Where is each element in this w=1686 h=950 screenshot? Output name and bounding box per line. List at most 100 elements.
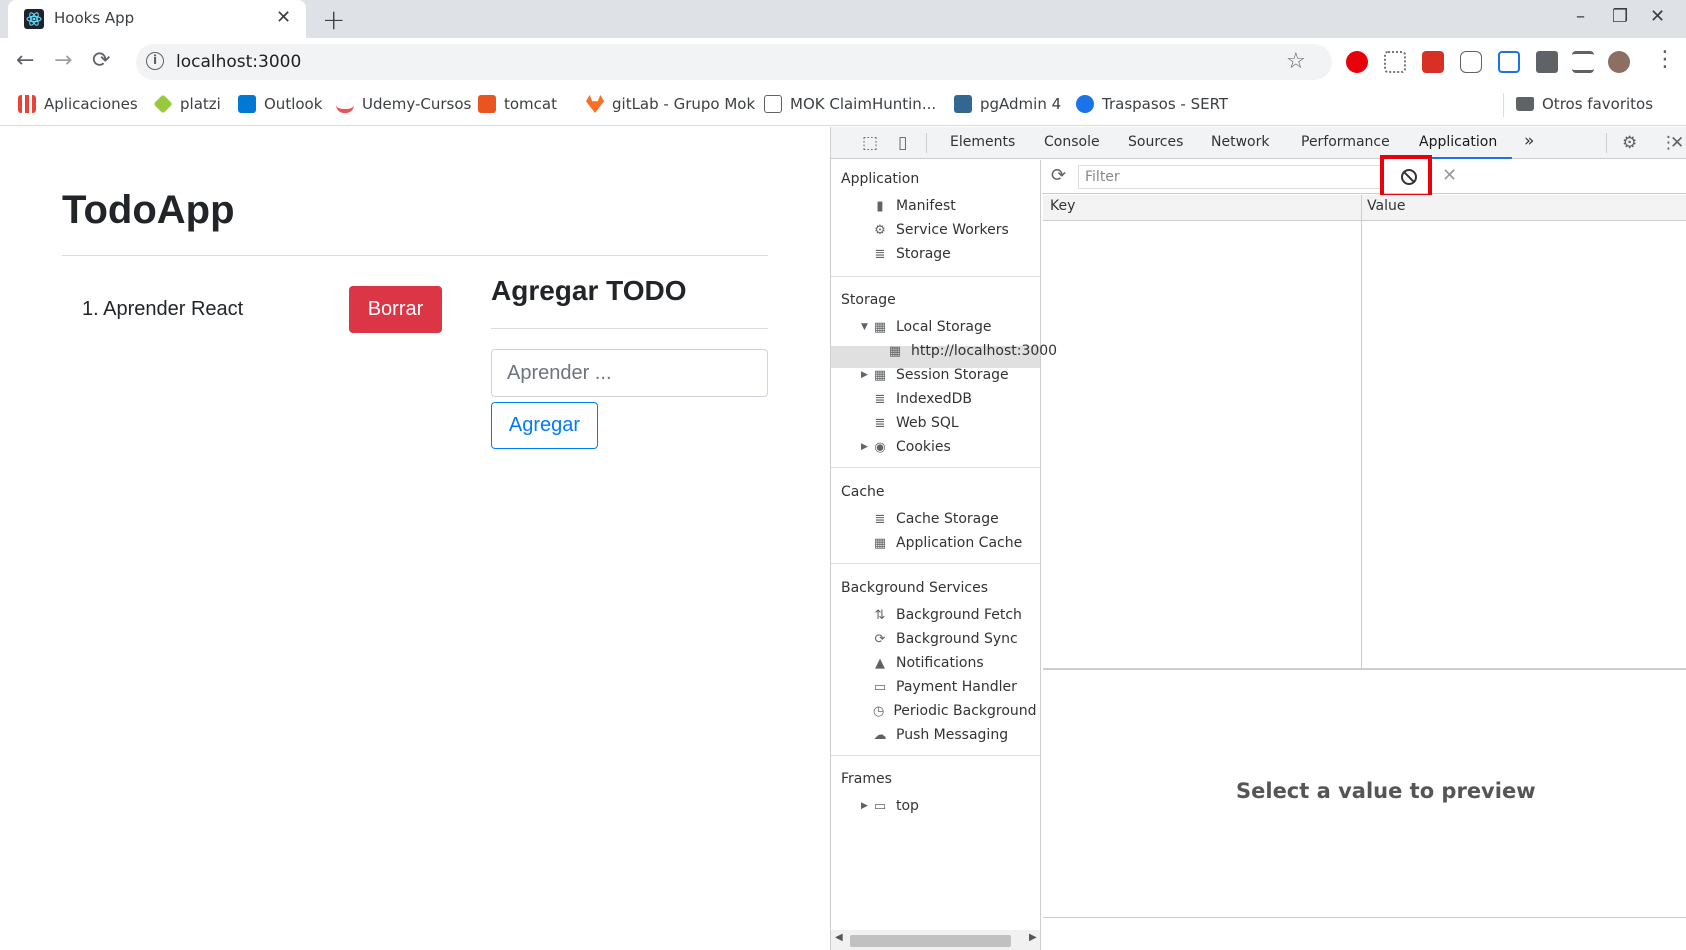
sidebar-item-web-sql[interactable]: ≣ Web SQL: [873, 415, 959, 431]
bookmark-pgadmin[interactable]: pgAdmin 4: [954, 93, 1061, 115]
folder-icon: [1516, 97, 1534, 111]
scroll-right-arrow-icon[interactable]: ▶: [1029, 932, 1037, 943]
sidebar-item-cookies[interactable]: ▶ ◉ Cookies: [861, 439, 951, 455]
sidebar-label: Cookies: [896, 439, 951, 455]
minimize-button[interactable]: –: [1576, 6, 1585, 27]
red-extension-icon[interactable]: [1422, 51, 1444, 73]
sidebar-item-manifest[interactable]: ▮ Manifest: [873, 198, 956, 214]
scroll-left-arrow-icon[interactable]: ◀: [835, 932, 843, 943]
bookmark-traspasos[interactable]: Traspasos - SERT: [1076, 93, 1228, 115]
opera-extension-icon[interactable]: [1346, 51, 1368, 73]
tab-performance[interactable]: Performance: [1301, 134, 1390, 150]
url-text[interactable]: localhost:3000: [176, 52, 301, 72]
sidebar-item-localhost[interactable]: ▦ http://localhost:3000: [888, 343, 1057, 359]
browser-tab[interactable]: Hooks App ✕: [8, 0, 306, 38]
todo-description-input[interactable]: [491, 349, 768, 397]
react-icon: [24, 9, 44, 29]
clear-all-icon[interactable]: [1401, 169, 1417, 185]
pgadmin-icon: [954, 95, 972, 113]
sidebar-item-cache-storage[interactable]: ≣ Cache Storage: [873, 511, 999, 527]
sidebar-item-notifications[interactable]: ▲ Notifications: [873, 655, 984, 671]
tab-console[interactable]: Console: [1044, 134, 1100, 150]
json-extension-icon[interactable]: [1460, 51, 1482, 73]
tab-close-icon[interactable]: ✕: [276, 7, 291, 28]
bug-extension-icon[interactable]: [1384, 51, 1406, 73]
bookmark-label: MOK ClaimHuntin...: [790, 95, 937, 113]
preview-bottom-border: [1043, 917, 1686, 918]
sidebar-label: Payment Handler: [896, 679, 1017, 695]
bookmark-outlook[interactable]: Outlook: [238, 93, 322, 115]
browser-menu-icon[interactable]: ⋮: [1654, 47, 1676, 72]
sidebar-item-periodic-background-sync[interactable]: ◷ Periodic Background Sync: [873, 703, 1040, 719]
back-button[interactable]: ←: [16, 48, 34, 73]
bookmark-label: platzi: [180, 95, 221, 113]
settings-gear-icon[interactable]: ⚙: [1622, 133, 1637, 153]
forward-button[interactable]: →: [54, 48, 72, 73]
add-todo-button[interactable]: Agregar: [491, 402, 598, 449]
gear-icon: ⚙: [874, 222, 886, 238]
bookmark-mok-claimhunting[interactable]: MOK ClaimHuntin...: [764, 93, 936, 115]
tab-sources[interactable]: Sources: [1128, 134, 1183, 150]
delete-selected-icon[interactable]: ✕: [1442, 165, 1457, 186]
section-application: Application: [841, 171, 920, 187]
sidebar-item-service-workers[interactable]: ⚙ Service Workers: [873, 222, 1009, 238]
inspect-element-icon[interactable]: ⬚: [862, 133, 878, 153]
bookmark-star-icon[interactable]: ☆: [1286, 49, 1306, 74]
sidebar-label: http://localhost:3000: [911, 343, 1058, 359]
sidebar-item-top-frame[interactable]: ▶ ▭ top: [861, 798, 919, 814]
table-icon: ▦: [873, 535, 887, 551]
sidebar-item-session-storage[interactable]: ▶ ▦ Session Storage: [861, 367, 1009, 383]
column-divider[interactable]: [1361, 195, 1362, 669]
tab-elements[interactable]: Elements: [950, 134, 1015, 150]
collapsed-arrow-icon[interactable]: ▶: [861, 442, 869, 452]
bookmark-tomcat[interactable]: tomcat: [478, 93, 557, 115]
sidebar-label: Push Messaging: [896, 727, 1009, 743]
window-close-button[interactable]: ✕: [1650, 6, 1665, 27]
outlook-icon: [238, 95, 256, 113]
column-header-value[interactable]: Value: [1367, 198, 1405, 214]
circle-logo-icon: [1076, 95, 1094, 113]
sidebar-label: Application Cache: [896, 535, 1023, 551]
device-toolbar-icon[interactable]: ▯: [898, 133, 907, 153]
sidebar-label: Manifest: [896, 198, 956, 214]
other-bookmarks-folder[interactable]: Otros favoritos: [1516, 93, 1653, 115]
site-info-icon[interactable]: i: [146, 52, 164, 70]
sidebar-item-payment-handler[interactable]: ▭ Payment Handler: [873, 679, 1017, 695]
sidebar-item-local-storage[interactable]: ▼ ▦ Local Storage: [861, 319, 992, 335]
bookmark-gitlab[interactable]: gitLab - Grupo Mok: [586, 93, 755, 115]
address-bar[interactable]: [136, 44, 1332, 80]
collapsed-arrow-icon[interactable]: ▶: [861, 370, 869, 380]
tab-title: Hooks App: [54, 9, 135, 27]
frame-icon: ▭: [873, 798, 887, 814]
restore-button[interactable]: ❐: [1612, 6, 1628, 27]
tab-network[interactable]: Network: [1211, 134, 1269, 150]
tab-application[interactable]: Application: [1419, 134, 1497, 150]
column-header-key[interactable]: Key: [1050, 198, 1075, 214]
clock-icon: ◷: [873, 703, 885, 719]
profile-avatar[interactable]: [1608, 51, 1630, 73]
extensions-puzzle-icon[interactable]: [1536, 51, 1558, 73]
bookmark-aplicaciones[interactable]: Aplicaciones: [18, 93, 138, 115]
more-tabs-button[interactable]: »: [1524, 131, 1534, 151]
refresh-icon[interactable]: ⟳: [1051, 165, 1066, 186]
frame-extension-icon[interactable]: [1498, 51, 1520, 73]
devtools-close-icon[interactable]: ✕: [1670, 133, 1684, 153]
bookmark-platzi[interactable]: platzi: [153, 93, 221, 115]
scrollbar-thumb[interactable]: [850, 935, 1011, 947]
sidebar-item-push-messaging[interactable]: ☁ Push Messaging: [873, 727, 1009, 743]
collapsed-arrow-icon[interactable]: ▶: [861, 801, 869, 811]
table-split-divider[interactable]: [1043, 668, 1686, 670]
sidebar-item-background-fetch[interactable]: ⇅ Background Fetch: [873, 607, 1022, 623]
filter-input[interactable]: [1078, 165, 1382, 189]
sidebar-item-background-sync[interactable]: ⟳ Background Sync: [873, 631, 1018, 647]
sidebar-item-storage[interactable]: ≣ Storage: [873, 246, 951, 262]
delete-todo-button[interactable]: Borrar: [349, 286, 442, 333]
expanded-arrow-icon[interactable]: ▼: [861, 322, 869, 332]
new-tab-button[interactable]: +: [322, 3, 345, 36]
reload-button[interactable]: ⟳: [92, 48, 110, 73]
sidebar-item-application-cache[interactable]: ▦ Application Cache: [873, 535, 1022, 551]
media-controls-icon[interactable]: [1572, 51, 1594, 73]
sidebar-item-indexeddb[interactable]: ≣ IndexedDB: [873, 391, 972, 407]
bookmark-udemy[interactable]: Udemy-Cursos: [336, 93, 471, 115]
section-divider: [831, 276, 1040, 277]
